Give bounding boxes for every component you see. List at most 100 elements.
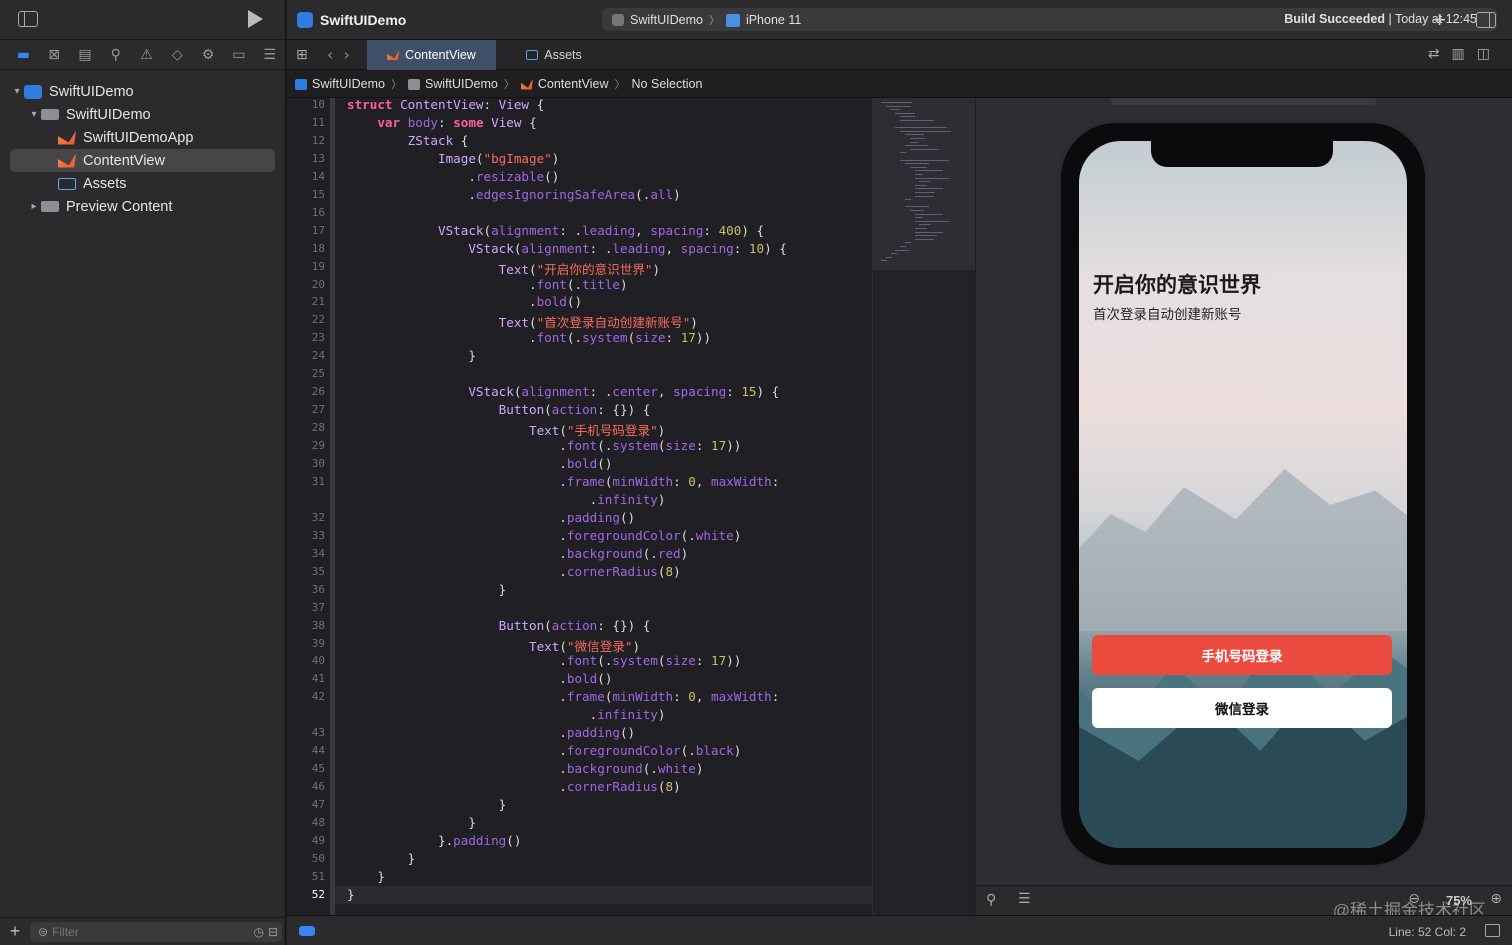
code-line[interactable]: Image("bgImage") — [347, 151, 559, 166]
adjust-settings-icon[interactable]: ☰ — [1018, 891, 1031, 907]
issue-navigator-warning-icon[interactable]: ⚠ — [131, 44, 162, 66]
tree-item[interactable]: ▾ SwiftUIDemo — [0, 80, 285, 103]
code-line[interactable]: } — [347, 582, 507, 597]
code-line[interactable]: .padding() — [347, 725, 635, 740]
minimap-line — [914, 217, 923, 219]
run-icon[interactable] — [248, 10, 263, 28]
minimap-line — [905, 199, 911, 201]
breakpoint-navigator-icon[interactable]: ▭ — [223, 44, 254, 66]
code-line[interactable]: Text("微信登录") — [347, 636, 640, 655]
back-forward-arrows[interactable]: ‹› — [327, 45, 360, 64]
inspector-toggle-icon[interactable] — [1476, 12, 1496, 28]
sidebar-toggle-icon[interactable] — [18, 11, 38, 27]
minimap-line — [890, 253, 897, 255]
code-line[interactable]: .background(.red) — [347, 546, 688, 561]
zoom-in-icon[interactable]: ⊕ — [1490, 891, 1502, 907]
code-line[interactable]: } — [347, 869, 385, 884]
code-line[interactable]: VStack(alignment: .center, spacing: 15) … — [347, 384, 779, 399]
code-line[interactable]: } — [347, 348, 476, 363]
tab-assets[interactable]: Assets — [496, 40, 612, 70]
code-line[interactable]: } — [347, 797, 507, 812]
code-line[interactable]: .bold() — [347, 671, 612, 686]
add-file-icon[interactable]: + — [0, 921, 30, 942]
library-add-button[interactable]: + — [1433, 7, 1446, 33]
find-navigator-search-icon[interactable]: ⚲ — [100, 44, 131, 66]
code-line[interactable]: .background(.white) — [347, 761, 703, 776]
recent-files-clock-icon[interactable]: ◷ — [253, 925, 263, 939]
chevron-right-icon: 〉 — [614, 78, 626, 91]
chevron-down-icon[interactable]: ▾ — [10, 86, 24, 97]
minimap-line — [914, 184, 927, 186]
code-line[interactable]: .bold() — [347, 294, 582, 309]
code-line[interactable]: .edgesIgnoringSafeArea(.all) — [347, 187, 680, 202]
code-line[interactable]: .frame(minWidth: 0, maxWidth: — [347, 474, 779, 489]
breadcrumb-selection[interactable]: No Selection — [632, 77, 703, 91]
phone-login-button[interactable]: 手机号码登录 — [1092, 635, 1392, 675]
code-line[interactable]: } — [347, 815, 476, 830]
code-line[interactable]: Text("开启你的意识世界") — [347, 259, 660, 278]
breadcrumb-project[interactable]: SwiftUIDemo — [295, 77, 385, 91]
related-items-grid-icon[interactable]: ⊞ — [296, 47, 308, 63]
device-screen[interactable]: 开启你的意识世界 首次登录自动创建新账号 手机号码登录 微信登录 — [1079, 141, 1407, 848]
report-navigator-icon[interactable]: ☰ — [254, 44, 285, 66]
code-line[interactable]: ZStack { — [347, 133, 469, 148]
code-line[interactable]: } — [347, 887, 355, 902]
device-name[interactable]: iPhone 11 — [746, 13, 801, 27]
tree-item[interactable]: ▸ Preview Content — [0, 195, 285, 218]
preview-subtitle: 首次登录自动创建新账号 — [1093, 307, 1242, 322]
source-editor[interactable]: 10 11 12 13 14 15 16 17 18 19 20 21 22 23 24 25 26 27 28 29… — [287, 98, 872, 915]
code-line[interactable]: .foregroundColor(.black) — [347, 743, 741, 758]
pin-icon[interactable]: ⚲ — [986, 892, 996, 908]
tab-contentview[interactable]: ContentView — [367, 40, 496, 70]
code-line[interactable]: } — [347, 851, 416, 866]
debug-navigator-icon[interactable]: ⚙ — [193, 44, 224, 66]
code-line[interactable]: var body: some View { — [347, 115, 536, 130]
code-line[interactable]: .font(.system(size: 17)) — [347, 653, 741, 668]
breadcrumb-folder[interactable]: SwiftUIDemo — [407, 77, 498, 91]
code-line[interactable]: .infinity) — [347, 492, 666, 507]
code-line[interactable]: .foregroundColor(.white) — [347, 528, 741, 543]
minimap[interactable] — [872, 98, 975, 915]
code-line[interactable]: }.padding() — [347, 833, 521, 848]
minimap-line — [905, 163, 929, 165]
code-line[interactable]: Button(action: {}) { — [347, 402, 651, 417]
chevron-down-icon[interactable]: ▾ — [27, 109, 41, 120]
code-line[interactable]: .bold() — [347, 456, 612, 471]
source-control-icon[interactable]: ⊠ — [39, 44, 70, 66]
swift-file-icon — [520, 78, 533, 90]
debug-area-toggle-icon[interactable] — [299, 926, 315, 936]
code-line[interactable]: Text("首次登录自动创建新账号") — [347, 312, 698, 331]
preview-canvas[interactable]: 开启你的意识世界 首次登录自动创建新账号 手机号码登录 微信登录 — [976, 98, 1512, 885]
code-line[interactable]: Text("手机号码登录") — [347, 420, 665, 439]
change-bar — [330, 98, 335, 915]
tree-item[interactable]: Assets — [0, 172, 285, 195]
tree-item[interactable]: ▾ SwiftUIDemo — [0, 103, 285, 126]
line-number: 21 — [311, 295, 325, 309]
symbol-navigator-icon[interactable]: ▤ — [70, 44, 101, 66]
filter-input[interactable] — [52, 924, 254, 939]
tree-item[interactable]: ContentView — [10, 149, 275, 172]
tree-item[interactable]: SwiftUIDemoApp — [0, 126, 285, 149]
wechat-login-button[interactable]: 微信登录 — [1092, 688, 1392, 728]
editor-options-icons[interactable]: ⇄▥◫ — [1428, 46, 1502, 62]
code-line[interactable]: VStack(alignment: .leading, spacing: 400… — [347, 223, 764, 238]
filter-options-icon[interactable]: ⊟ — [268, 925, 278, 939]
code-line[interactable]: Button(action: {}) { — [347, 618, 651, 633]
project-navigator-folder-icon[interactable]: ▬ — [8, 44, 39, 66]
code-line[interactable]: .cornerRadius(8) — [347, 564, 680, 579]
code-line[interactable]: .font(.title) — [347, 277, 628, 292]
code-line[interactable]: VStack(alignment: .leading, spacing: 10)… — [347, 241, 787, 256]
code-line[interactable]: struct ContentView: View { — [347, 98, 544, 112]
code-line[interactable]: .frame(minWidth: 0, maxWidth: — [347, 689, 779, 704]
breadcrumb-file[interactable]: ContentView — [520, 77, 609, 91]
code-line[interactable]: .infinity) — [347, 707, 666, 722]
scheme-selector[interactable]: SwiftUIDemo 〉 iPhone 11 — [612, 12, 801, 28]
chevron-right-icon[interactable]: ▸ — [27, 201, 41, 212]
code-line[interactable]: .font(.system(size: 17)) — [347, 438, 741, 453]
code-line[interactable]: .padding() — [347, 510, 635, 525]
show-debug-area-icon[interactable] — [1485, 924, 1500, 937]
code-line[interactable]: .cornerRadius(8) — [347, 779, 680, 794]
code-line[interactable]: .font(.system(size: 17)) — [347, 330, 711, 345]
test-navigator-diamond-icon[interactable]: ◇ — [162, 44, 193, 66]
code-line[interactable]: .resizable() — [347, 169, 559, 184]
